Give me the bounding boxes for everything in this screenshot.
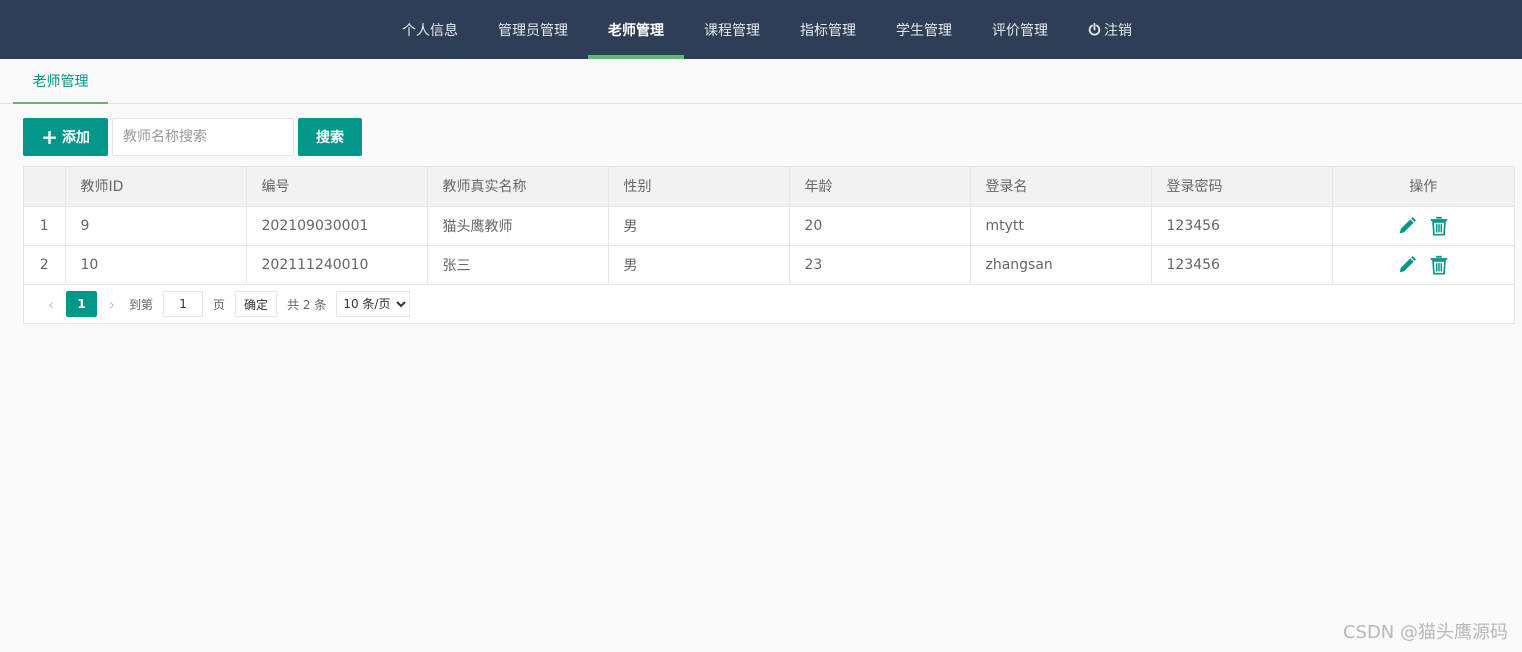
nav-item-evaluation-management[interactable]: 评价管理 — [972, 0, 1068, 59]
page-number-current[interactable]: 1 — [66, 291, 97, 317]
search-button[interactable]: 搜索 — [298, 118, 362, 156]
cell-login-password: 123456 — [1151, 245, 1333, 285]
nav-label: 评价管理 — [992, 22, 1048, 39]
cell-teacher-id: 9 — [65, 206, 247, 246]
nav-item-student-management[interactable]: 学生管理 — [876, 0, 972, 59]
nav-label: 管理员管理 — [498, 22, 568, 39]
plus-icon: + — [41, 125, 58, 149]
cell-real-name: 张三 — [427, 245, 609, 285]
nav-label: 指标管理 — [800, 22, 856, 39]
cell-login-name: mtytt — [970, 206, 1152, 246]
watermark: CSDN @猫头鹰源码 — [1342, 622, 1508, 643]
page-unit-label: 页 — [213, 297, 226, 312]
edit-icon[interactable] — [1396, 215, 1418, 237]
nav-item-teacher-management[interactable]: 老师管理 — [588, 0, 684, 59]
toolbar: + 添加 搜索 — [23, 118, 362, 156]
next-page-icon[interactable]: › — [99, 295, 125, 314]
cell-gender: 男 — [608, 206, 790, 246]
cell-actions — [1332, 206, 1514, 246]
pagination: ‹ 1 › 到第 页 确定 共 2 条 10 条/页 — [24, 285, 1514, 324]
nav-item-course-management[interactable]: 课程管理 — [684, 0, 780, 59]
goto-confirm-button[interactable]: 确定 — [235, 291, 278, 317]
delete-icon[interactable] — [1428, 254, 1450, 276]
add-button-label: 添加 — [61, 130, 90, 146]
goto-label: 到第 — [129, 297, 154, 312]
nav-item-admin-management[interactable]: 管理员管理 — [478, 0, 588, 59]
cell-number: 202109030001 — [246, 206, 428, 246]
cell-login-password: 123456 — [1151, 206, 1333, 246]
cell-index: 2 — [24, 245, 66, 285]
col-header-number[interactable]: 编号 — [246, 167, 428, 207]
cell-age: 23 — [789, 245, 971, 285]
add-button[interactable]: + 添加 — [23, 118, 108, 156]
tab-bar: 老师管理 — [0, 59, 1522, 104]
nav-item-indicator-management[interactable]: 指标管理 — [780, 0, 876, 59]
nav-item-logout[interactable]: 注销 — [1068, 0, 1152, 59]
nav-label: 注销 — [1104, 22, 1132, 39]
power-icon — [1088, 23, 1101, 36]
col-header-login-name[interactable]: 登录名 — [970, 167, 1152, 207]
nav-item-personal-info[interactable]: 个人信息 — [382, 0, 478, 59]
nav-label: 个人信息 — [402, 22, 458, 39]
tab-teacher-management[interactable]: 老师管理 — [13, 59, 108, 104]
nav-label: 学生管理 — [896, 22, 952, 39]
table-row: 1 9 202109030001 猫头鹰教师 男 20 mtytt 123456 — [24, 206, 1514, 246]
col-header-age[interactable]: 年龄 — [789, 167, 971, 207]
cell-gender: 男 — [608, 245, 790, 285]
cell-login-name: zhangsan — [970, 245, 1152, 285]
cell-number: 202111240010 — [246, 245, 428, 285]
cell-index: 1 — [24, 206, 66, 246]
prev-page-icon[interactable]: ‹ — [38, 295, 64, 314]
col-header-login-password[interactable]: 登录密码 — [1151, 167, 1333, 207]
nav-label: 课程管理 — [704, 22, 760, 39]
top-nav: 个人信息 管理员管理 老师管理 课程管理 指标管理 学生管理 评价管理 注销 — [0, 0, 1522, 59]
nav-label: 老师管理 — [608, 22, 664, 39]
goto-page-input[interactable] — [163, 291, 204, 317]
delete-icon[interactable] — [1428, 215, 1450, 237]
col-header-gender[interactable]: 性别 — [608, 167, 790, 207]
cell-teacher-id: 10 — [65, 245, 247, 285]
col-header-index — [24, 167, 66, 207]
teacher-table: 教师ID 编号 教师真实名称 性别 年龄 登录名 登录密码 操作 1 9 202… — [23, 166, 1515, 324]
table-header-row: 教师ID 编号 教师真实名称 性别 年龄 登录名 登录密码 操作 — [24, 167, 1514, 207]
edit-icon[interactable] — [1396, 254, 1418, 276]
cell-actions — [1332, 245, 1514, 285]
col-header-real-name[interactable]: 教师真实名称 — [427, 167, 609, 207]
col-header-actions: 操作 — [1332, 167, 1514, 207]
search-input[interactable] — [112, 118, 294, 156]
table-row: 2 10 202111240010 张三 男 23 zhangsan 12345… — [24, 245, 1514, 285]
cell-age: 20 — [789, 206, 971, 246]
cell-real-name: 猫头鹰教师 — [427, 206, 609, 246]
total-count: 共 2 条 — [287, 297, 327, 312]
col-header-teacher-id[interactable]: 教师ID — [65, 167, 247, 207]
page-size-select[interactable]: 10 条/页 — [336, 291, 411, 317]
